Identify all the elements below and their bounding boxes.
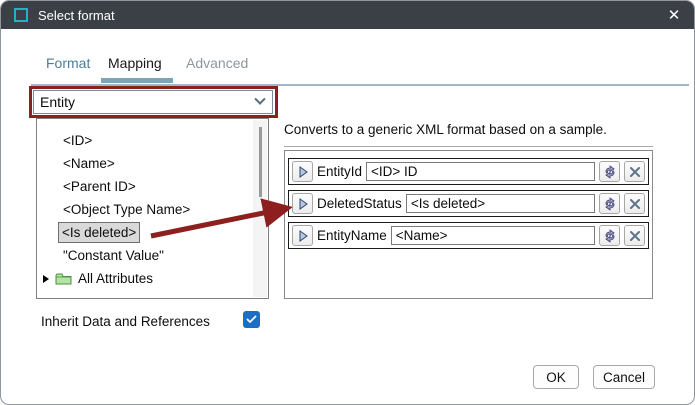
selected-tab-indicator [101, 78, 173, 83]
convert-cycle-icon [603, 165, 617, 179]
tab-format[interactable]: Format [46, 55, 90, 71]
checkmark-icon [246, 315, 257, 324]
x-icon [629, 230, 641, 242]
mapping-description: Converts to a generic XML format based o… [284, 122, 607, 137]
mapping-name-label: DeletedStatus [317, 196, 402, 211]
convert-button[interactable] [599, 225, 620, 246]
delete-mapping-button[interactable] [624, 225, 645, 246]
convert-button[interactable] [599, 193, 620, 214]
mapping-list: EntityId DeletedStatus [284, 150, 653, 299]
cancel-button[interactable]: Cancel [593, 365, 655, 389]
window-title: Select format [38, 8, 115, 23]
x-icon [629, 166, 641, 178]
list-item-object-type-name[interactable]: <Object Type Name> [37, 198, 268, 221]
play-triangle-icon [298, 198, 308, 210]
mapping-name-label: EntityName [317, 228, 387, 243]
list-item-parent-id[interactable]: <Parent ID> [37, 175, 268, 198]
titlebar: Select format ✕ [1, 1, 694, 29]
mapping-separator [284, 146, 653, 147]
convert-button[interactable] [599, 161, 620, 182]
dropdown-value: Entity [40, 94, 75, 110]
close-icon: ✕ [668, 8, 681, 23]
list-scrollbar[interactable] [253, 120, 267, 297]
play-triangle-icon [298, 230, 308, 242]
list-item-label: All Attributes [78, 267, 153, 290]
mapping-row-entityname: EntityName [288, 222, 649, 249]
tabs-divider-line [31, 84, 689, 86]
expander-triangle-icon[interactable] [43, 275, 49, 283]
list-scrollbar-thumb[interactable] [259, 127, 262, 197]
mapping-source-input[interactable] [406, 194, 595, 213]
delete-mapping-button[interactable] [624, 193, 645, 214]
list-item-all-attributes[interactable]: All Attributes [37, 267, 268, 290]
selected-item-box: <Is deleted> [58, 222, 140, 243]
format-entity-dropdown[interactable]: Entity [33, 90, 273, 114]
list-item-name[interactable]: <Name> [37, 152, 268, 175]
close-button[interactable]: ✕ [654, 1, 694, 29]
mapping-row-deletedstatus: DeletedStatus [288, 190, 649, 217]
expand-row-button[interactable] [292, 225, 313, 246]
inherit-checkbox[interactable] [243, 311, 260, 328]
play-triangle-icon [298, 166, 308, 178]
mapping-source-input[interactable] [366, 162, 595, 181]
delete-mapping-button[interactable] [624, 161, 645, 182]
list-item-id[interactable]: <ID> [37, 129, 268, 152]
convert-cycle-icon [603, 197, 617, 211]
expand-row-button[interactable] [292, 193, 313, 214]
source-fields-list: <ID> <Name> <Parent ID> <Object Type Nam… [36, 118, 269, 299]
list-item-is-deleted[interactable]: <Is deleted> [37, 221, 268, 244]
select-format-dialog: Select format ✕ Format Mapping Advanced … [0, 0, 695, 405]
mapping-source-input[interactable] [391, 226, 595, 245]
chevron-down-icon [254, 94, 265, 105]
convert-cycle-icon [603, 229, 617, 243]
app-icon [14, 8, 28, 22]
x-icon [629, 198, 641, 210]
mapping-name-label: EntityId [317, 164, 362, 179]
mapping-row-entityid: EntityId [288, 158, 649, 185]
list-item-constant-value[interactable]: "Constant Value" [37, 244, 268, 267]
tab-advanced[interactable]: Advanced [186, 55, 248, 71]
folder-icon [55, 272, 72, 285]
ok-button[interactable]: OK [533, 365, 579, 389]
inherit-checkbox-label: Inherit Data and References [41, 314, 210, 329]
tab-mapping[interactable]: Mapping [108, 55, 162, 71]
expand-row-button[interactable] [292, 161, 313, 182]
